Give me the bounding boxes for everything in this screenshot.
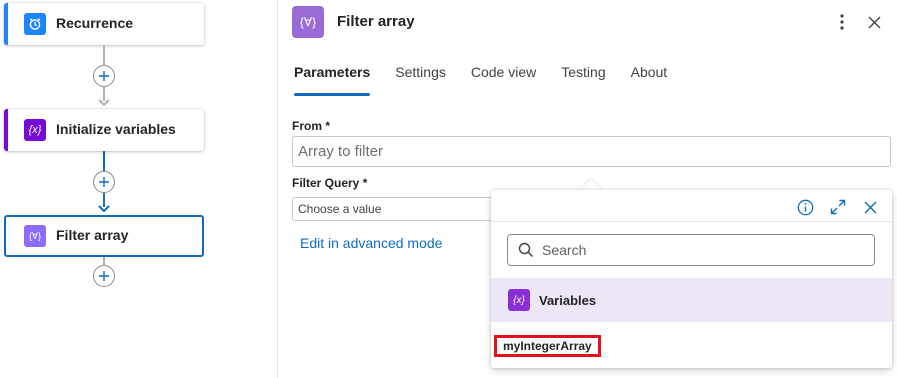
variables-category[interactable]: {x} Variables: [491, 278, 892, 322]
info-button[interactable]: [796, 198, 814, 216]
search-placeholder: Search: [542, 242, 587, 258]
add-step-button[interactable]: [93, 265, 115, 287]
variable-icon: {x}: [24, 119, 46, 141]
tab-parameters[interactable]: Parameters: [294, 64, 371, 96]
category-label: Variables: [539, 293, 597, 308]
from-label: From *: [292, 119, 331, 133]
variable-item-myintegerarray[interactable]: myIntegerArray: [494, 335, 601, 357]
plus-icon: [99, 271, 109, 281]
close-icon: [864, 201, 876, 213]
filter-array-icon: {∀}: [24, 225, 46, 247]
filter-array-icon: {∀}: [292, 6, 324, 38]
info-icon: [797, 199, 813, 215]
add-step-button[interactable]: [93, 171, 115, 193]
node-initialize-variables[interactable]: {x} Initialize variables: [4, 109, 204, 151]
edit-advanced-mode-link[interactable]: Edit in advanced mode: [300, 235, 442, 251]
node-label: Initialize variables: [56, 121, 176, 137]
more-options-button[interactable]: [832, 10, 852, 34]
connector-line: [103, 151, 105, 171]
node-label: Recurrence: [56, 15, 134, 31]
popup-caret: [580, 179, 602, 190]
tab-settings[interactable]: Settings: [395, 64, 446, 96]
arrow-down-icon: [98, 99, 110, 107]
node-recurrence[interactable]: Recurrence: [4, 3, 204, 45]
add-step-button[interactable]: [93, 65, 115, 87]
tab-testing[interactable]: Testing: [561, 64, 605, 96]
arrow-down-icon: [98, 205, 110, 213]
variable-icon: {x}: [508, 289, 530, 311]
panel-tabs: Parameters Settings Code view Testing Ab…: [294, 64, 692, 96]
connector-line: [103, 257, 105, 265]
dynamic-content-popup: Search {x} Variables myIntegerArray: [491, 190, 892, 368]
close-icon: [868, 16, 880, 28]
search-input[interactable]: Search: [507, 234, 875, 266]
from-input[interactable]: Array to filter: [292, 136, 891, 167]
close-popup-button[interactable]: [861, 198, 879, 216]
node-label: Filter array: [56, 227, 129, 243]
node-filter-array[interactable]: {∀} Filter array: [4, 215, 204, 257]
expand-button[interactable]: [829, 198, 847, 216]
alarm-clock-icon: [24, 13, 46, 35]
more-vertical-icon: [840, 14, 844, 30]
search-icon: [518, 242, 533, 257]
filter-query-select[interactable]: Choose a value: [292, 197, 502, 221]
node-accent-bar: [4, 109, 8, 151]
connector-line: [103, 45, 105, 65]
close-panel-button[interactable]: [864, 12, 884, 32]
tab-code-view[interactable]: Code view: [471, 64, 536, 96]
plus-icon: [99, 177, 109, 187]
expand-icon: [830, 199, 846, 215]
popup-header: [491, 190, 892, 222]
workflow-canvas: Recurrence {x} Initialize variables {∀} …: [0, 0, 277, 378]
tab-about[interactable]: About: [631, 64, 668, 96]
app-root: Recurrence {x} Initialize variables {∀} …: [0, 0, 897, 378]
panel-title: Filter array: [337, 13, 415, 30]
plus-icon: [99, 71, 109, 81]
filter-query-label: Filter Query *: [292, 176, 368, 190]
node-accent-bar: [4, 3, 8, 45]
